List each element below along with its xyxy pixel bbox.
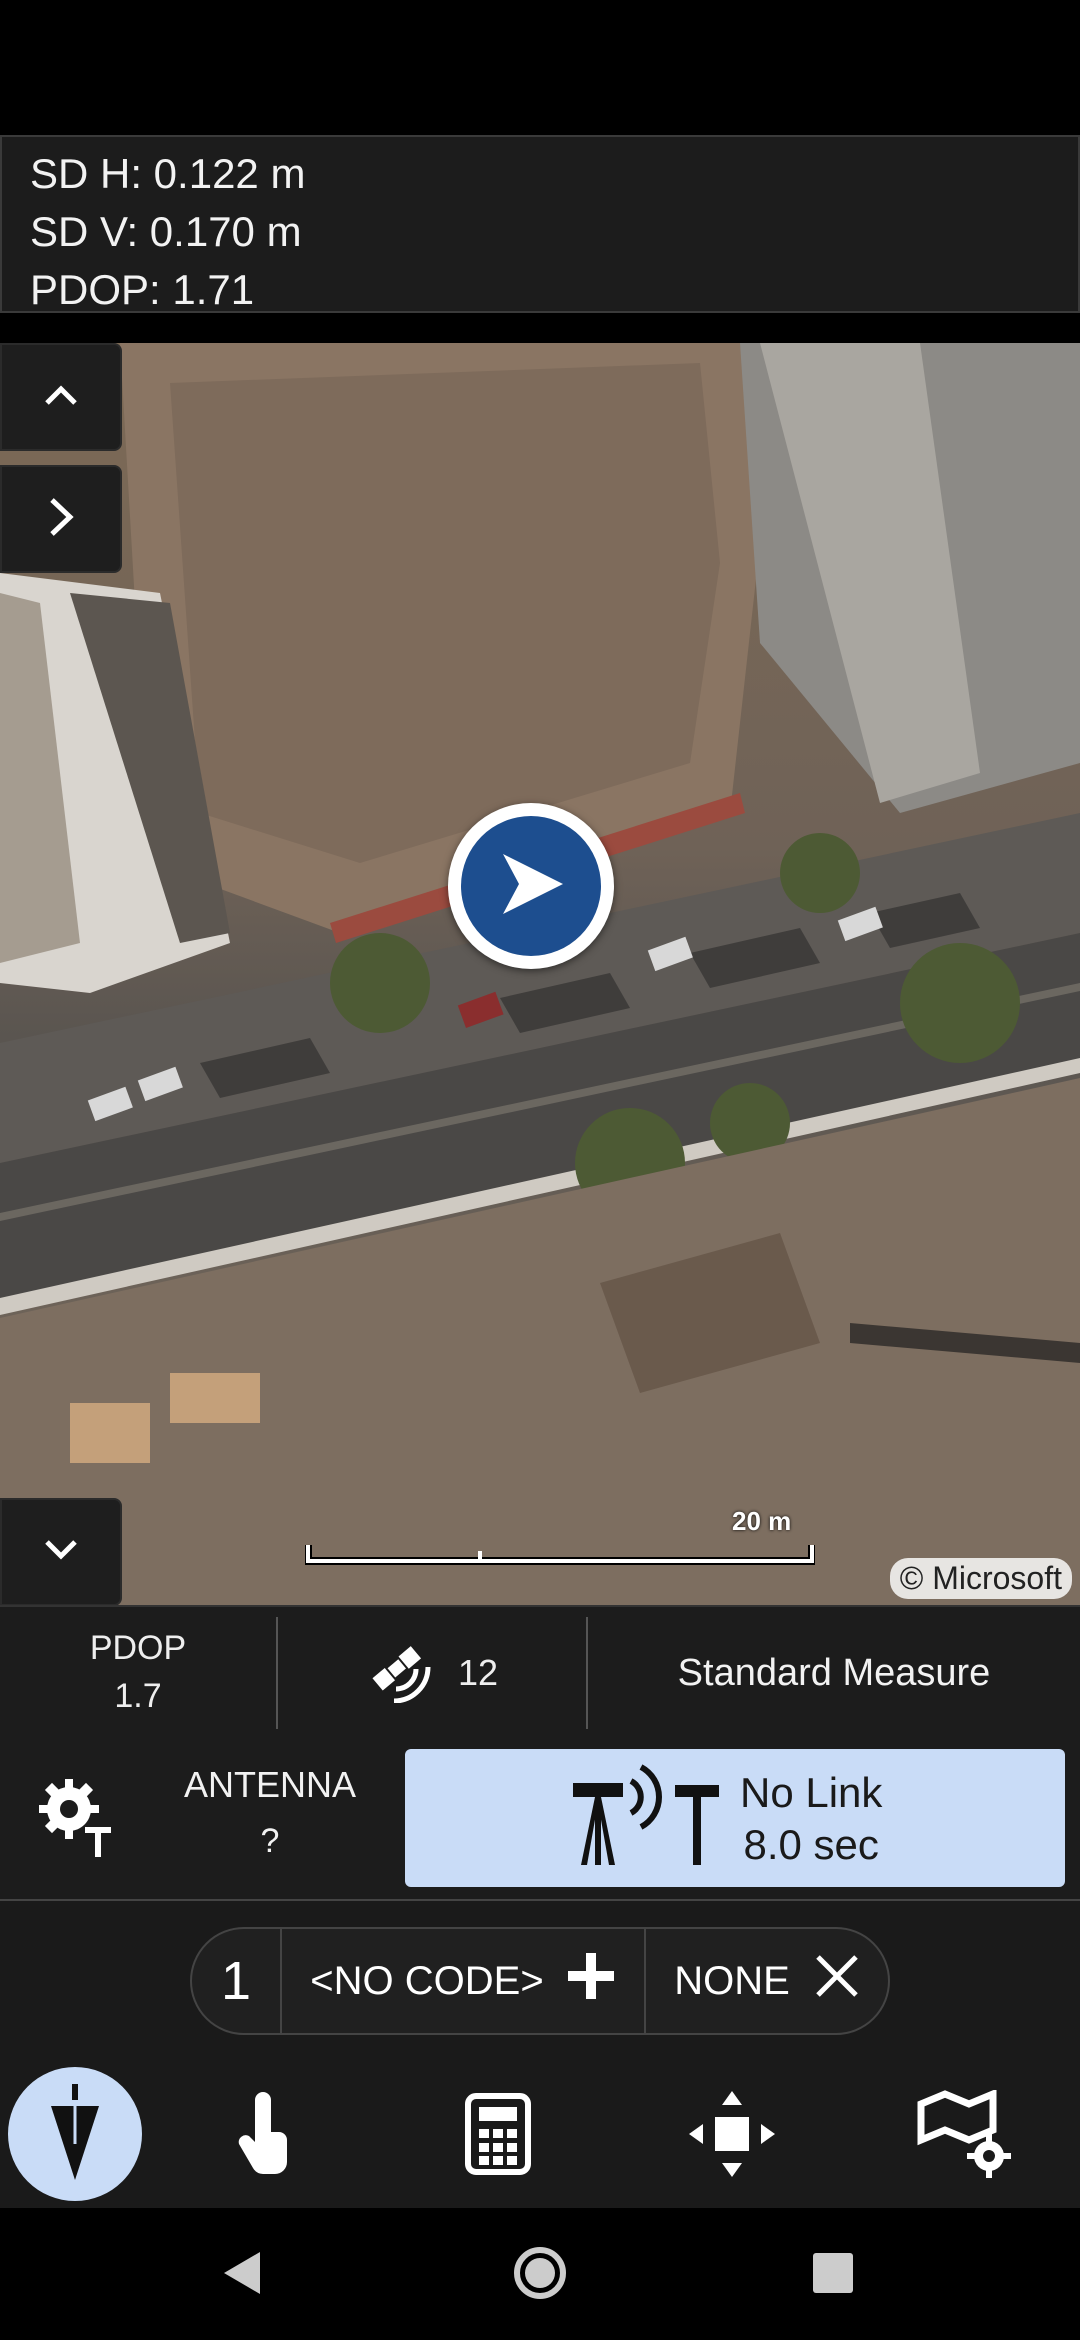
pdop-value: 1.7 xyxy=(114,1677,162,1715)
antenna-height: ? xyxy=(260,1822,280,1860)
satellite-icon xyxy=(366,1639,436,1708)
cogo-calculator-button[interactable] xyxy=(428,2071,568,2201)
satellite-map[interactable]: 20 m © Microsoft xyxy=(0,343,1080,1605)
home-circle-icon xyxy=(512,2245,568,2306)
chevron-down-icon xyxy=(41,1538,81,1567)
touch-icon xyxy=(233,2091,303,2181)
collapse-panel-button[interactable] xyxy=(0,343,122,451)
instrument-settings-button[interactable] xyxy=(30,1769,120,1869)
instrument-row: ANTENNA ? No Link 8.0 sec xyxy=(0,1739,1080,1901)
satellite-count-cell[interactable]: 12 xyxy=(278,1617,588,1729)
expand-side-panel-button[interactable] xyxy=(0,465,122,573)
current-position-marker[interactable] xyxy=(448,803,614,969)
antenna-info[interactable]: ANTENNA ? xyxy=(160,1757,380,1869)
map-top-gap xyxy=(0,313,1080,343)
bottom-toolbar xyxy=(0,2061,1080,2208)
plus-icon xyxy=(566,1951,616,2011)
touch-select-button[interactable] xyxy=(198,2071,338,2201)
map-copyright: © Microsoft xyxy=(889,1558,1072,1599)
measure-button[interactable] xyxy=(8,2067,142,2201)
link-age: 8.0 sec xyxy=(743,1821,879,1868)
chevron-up-icon xyxy=(41,383,81,412)
back-button[interactable] xyxy=(210,2242,276,2308)
calculator-icon xyxy=(465,2092,531,2180)
point-code-bar: 1 <NO CODE> NONE xyxy=(190,1927,890,2035)
radio-link-status-button[interactable]: No Link 8.0 sec xyxy=(405,1749,1065,1887)
recents-square-icon xyxy=(810,2250,856,2301)
status-bar xyxy=(0,0,1080,135)
scale-bar xyxy=(305,1545,815,1565)
code-bar-area: 1 <NO CODE> NONE xyxy=(0,1901,1080,2061)
position-inner xyxy=(461,816,601,956)
pdop-label: PDOP xyxy=(89,1629,187,1667)
feature-code: <NO CODE> xyxy=(310,1958,544,2003)
pdop-readout: PDOP: 1.71 xyxy=(30,266,255,313)
satellite-imagery xyxy=(0,343,1080,1605)
back-triangle-icon xyxy=(218,2248,268,2303)
system-navigation-bar xyxy=(0,2208,1080,2340)
feature-code-button[interactable]: <NO CODE> xyxy=(282,1929,646,2033)
gear-antenna-icon xyxy=(35,1775,115,1864)
point-number-button[interactable]: 1 xyxy=(192,1929,282,2033)
sd-v-readout: SD V: 0.170 m xyxy=(30,208,302,255)
chevron-right-icon xyxy=(46,494,76,545)
layer-button[interactable]: NONE xyxy=(646,1953,888,2009)
measure-icon xyxy=(45,2083,105,2185)
link-status: No Link xyxy=(740,1769,883,1816)
close-icon[interactable] xyxy=(814,1953,860,2009)
pdop-cell[interactable]: PDOP 1.7 xyxy=(0,1617,278,1729)
base-rover-link-icon xyxy=(565,1761,725,1878)
zoom-extents-button[interactable] xyxy=(662,2071,802,2201)
recents-button[interactable] xyxy=(800,2242,866,2308)
map-settings-icon xyxy=(917,2088,1013,2183)
map-settings-button[interactable] xyxy=(895,2071,1035,2201)
navigation-arrow-icon xyxy=(491,844,571,929)
link-status-text: No Link 8.0 sec xyxy=(740,1767,882,1871)
expand-bottom-panel-button[interactable] xyxy=(0,1498,122,1605)
satellite-count: 12 xyxy=(457,1652,499,1693)
home-button[interactable] xyxy=(507,2242,573,2308)
measure-mode-cell[interactable]: Standard Measure xyxy=(588,1607,1080,1739)
layer-name: NONE xyxy=(674,1958,790,2003)
precision-stats-panel: SD H: 0.122 m SD V: 0.170 m PDOP: 1.71 xyxy=(0,135,1080,313)
antenna-label: ANTENNA xyxy=(183,1764,357,1805)
zoom-extents-icon xyxy=(687,2089,777,2184)
sd-h-readout: SD H: 0.122 m xyxy=(30,150,306,197)
scale-label: 20 m xyxy=(732,1506,792,1536)
gnss-status-row: PDOP 1.7 12 Standard Measure xyxy=(0,1605,1080,1739)
